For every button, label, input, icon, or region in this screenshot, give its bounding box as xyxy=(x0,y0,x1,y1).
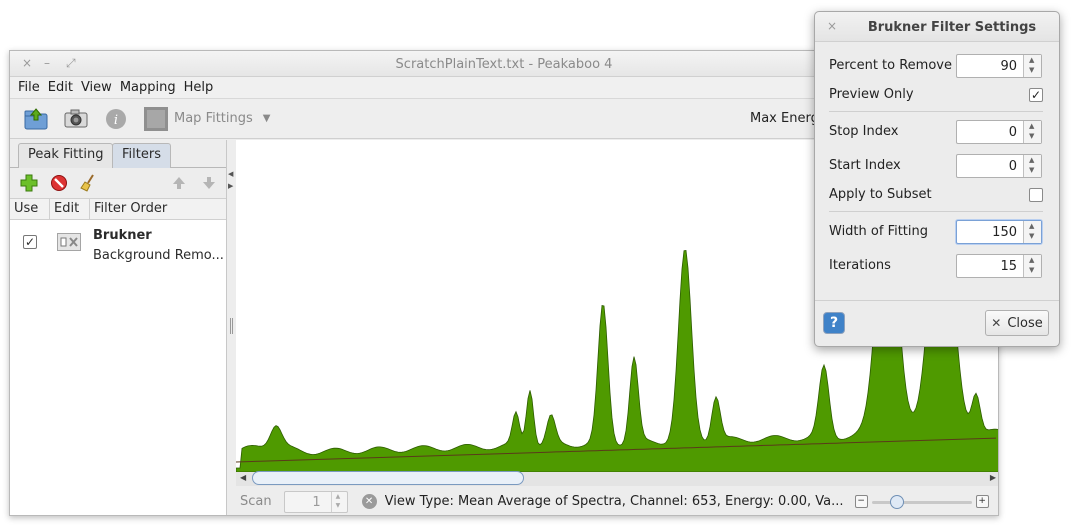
filters-panel: Peak Fitting Filters Use Edit Filter Ord… xyxy=(10,140,227,515)
max-energy-label: Max Energ xyxy=(750,111,819,126)
column-edit[interactable]: Edit xyxy=(50,199,90,219)
column-filter-order[interactable]: Filter Order xyxy=(90,199,226,219)
edit-filter-icon[interactable] xyxy=(57,233,81,255)
percent-to-remove-label: Percent to Remove xyxy=(829,58,952,73)
map-fittings-button[interactable]: Map Fittings xyxy=(174,111,253,126)
width-of-fitting-spinner[interactable]: 150 ▲ ▼ xyxy=(956,220,1042,244)
clear-filters-broom-icon[interactable] xyxy=(78,172,100,194)
close-button-label: Close xyxy=(1007,315,1043,331)
dialog-title-bar: × Brukner Filter Settings xyxy=(815,12,1059,42)
apply-to-subset-checkbox[interactable] xyxy=(1029,188,1043,202)
zoom-slider-handle[interactable] xyxy=(889,494,904,509)
iterations-row: Iterations 15 ▲ ▼ xyxy=(829,254,1043,278)
zoom-slider[interactable] xyxy=(871,494,972,509)
zoom-out-icon[interactable]: − xyxy=(854,495,868,508)
scroll-thumb[interactable] xyxy=(252,471,524,485)
menu-help[interactable]: Help xyxy=(184,80,214,95)
spin-down-icon[interactable]: ▼ xyxy=(1029,266,1034,274)
spin-down-icon[interactable]: ▼ xyxy=(336,502,341,509)
spin-up-icon[interactable]: ▲ xyxy=(1029,256,1034,264)
scan-spinner[interactable]: 1 ▲ ▼ xyxy=(283,490,348,513)
panel-tabs: Peak Fitting Filters xyxy=(10,140,226,168)
add-filter-icon[interactable] xyxy=(18,172,40,194)
apply-to-subset-label: Apply to Subset xyxy=(829,187,932,202)
status-bar: Scan 1 ▲ ▼ ✕ View Type: Mean Average of … xyxy=(236,486,998,515)
spin-up-icon[interactable]: ▲ xyxy=(336,493,341,500)
tab-filters[interactable]: Filters xyxy=(112,143,171,168)
scan-label: Scan xyxy=(240,494,272,509)
splitter-grip[interactable] xyxy=(230,318,233,334)
spin-down-icon[interactable]: ▼ xyxy=(1029,232,1034,240)
start-index-value: 0 xyxy=(1008,159,1017,174)
start-index-row: Start Index 0 ▲ ▼ xyxy=(829,154,1043,178)
clear-scan-icon[interactable]: ✕ xyxy=(361,494,377,509)
scroll-left-icon[interactable]: ◀ xyxy=(240,473,246,482)
filter-table-header: Use Edit Filter Order xyxy=(10,198,226,220)
divider xyxy=(829,211,1043,212)
apply-to-subset-row: Apply to Subset xyxy=(829,183,1043,207)
start-index-label: Start Index xyxy=(829,158,901,173)
width-of-fitting-row: Width of Fitting 150 ▲ ▼ xyxy=(829,220,1043,244)
preview-only-checkbox[interactable]: ✓ xyxy=(1029,88,1043,102)
collapse-right-icon[interactable]: ▶ xyxy=(228,182,233,190)
iterations-value: 15 xyxy=(1000,259,1017,274)
filter-enabled-checkbox[interactable]: ✓ xyxy=(23,235,37,249)
column-use[interactable]: Use xyxy=(10,199,50,219)
dialog-footer: ? ✕ Close xyxy=(815,300,1059,346)
move-up-icon[interactable] xyxy=(168,172,190,194)
menu-view[interactable]: View xyxy=(81,80,112,95)
scan-value: 1 xyxy=(312,494,321,510)
info-icon[interactable]: i xyxy=(102,105,130,133)
camera-icon[interactable] xyxy=(62,105,90,133)
svg-text:i: i xyxy=(114,113,118,128)
tab-peak-fitting[interactable]: Peak Fitting xyxy=(18,143,114,168)
filter-description: Background Remo... xyxy=(93,248,224,263)
percent-to-remove-row: Percent to Remove 90 ▲ ▼ xyxy=(829,54,1043,78)
menu-file[interactable]: File xyxy=(18,80,40,95)
percent-to-remove-spinner[interactable]: 90 ▲ ▼ xyxy=(956,54,1042,78)
filter-name: Brukner xyxy=(93,228,152,243)
divider xyxy=(829,111,1043,112)
view-info-text: View Type: Mean Average of Spectra, Chan… xyxy=(384,494,844,509)
menu-edit[interactable]: Edit xyxy=(48,80,73,95)
open-folder-icon[interactable] xyxy=(22,105,50,133)
horizontal-scrollbar[interactable]: ◀ ▶ xyxy=(236,471,998,486)
spin-down-icon[interactable]: ▼ xyxy=(1029,66,1034,74)
spin-up-icon[interactable]: ▲ xyxy=(1029,222,1034,230)
panel-splitter[interactable]: ◀ ▶ xyxy=(227,140,236,515)
dialog-title: Brukner Filter Settings xyxy=(867,20,1037,35)
start-index-spinner[interactable]: 0 ▲ ▼ xyxy=(956,154,1042,178)
spin-up-icon[interactable]: ▲ xyxy=(1029,56,1034,64)
chevron-down-icon[interactable]: ▼ xyxy=(263,113,271,124)
collapse-left-icon[interactable]: ◀ xyxy=(228,170,233,178)
stop-index-value: 0 xyxy=(1008,125,1017,140)
iterations-label: Iterations xyxy=(829,258,891,273)
spin-up-icon[interactable]: ▲ xyxy=(1029,122,1034,130)
move-down-icon[interactable] xyxy=(198,172,220,194)
dialog-close-icon[interactable]: × xyxy=(827,19,837,33)
spin-down-icon[interactable]: ▼ xyxy=(1029,166,1034,174)
stop-index-spinner[interactable]: 0 ▲ ▼ xyxy=(956,120,1042,144)
close-button[interactable]: ✕ Close xyxy=(985,310,1049,336)
close-icon: ✕ xyxy=(991,316,1002,330)
brukner-settings-dialog: × Brukner Filter Settings Percent to Rem… xyxy=(814,11,1060,347)
scroll-right-icon[interactable]: ▶ xyxy=(990,473,996,482)
percent-to-remove-value: 90 xyxy=(1000,59,1017,74)
menu-mapping[interactable]: Mapping xyxy=(120,80,176,95)
zoom-in-icon[interactable]: + xyxy=(975,495,989,508)
remove-filter-icon[interactable] xyxy=(48,172,70,194)
spin-up-icon[interactable]: ▲ xyxy=(1029,156,1034,164)
table-row[interactable]: ✓ Brukner Background Remo... xyxy=(10,220,226,268)
map-fittings-icon[interactable] xyxy=(142,105,170,133)
stop-index-label: Stop Index xyxy=(829,124,899,139)
width-of-fitting-label: Width of Fitting xyxy=(829,224,929,239)
iterations-spinner[interactable]: 15 ▲ ▼ xyxy=(956,254,1042,278)
stop-index-row: Stop Index 0 ▲ ▼ xyxy=(829,120,1043,144)
preview-only-label: Preview Only xyxy=(829,87,914,102)
preview-only-row: Preview Only ✓ xyxy=(829,83,1043,107)
width-of-fitting-value: 150 xyxy=(992,225,1017,240)
filter-toolbar xyxy=(10,168,226,198)
help-button[interactable]: ? xyxy=(823,312,845,334)
spin-down-icon[interactable]: ▼ xyxy=(1029,132,1034,140)
